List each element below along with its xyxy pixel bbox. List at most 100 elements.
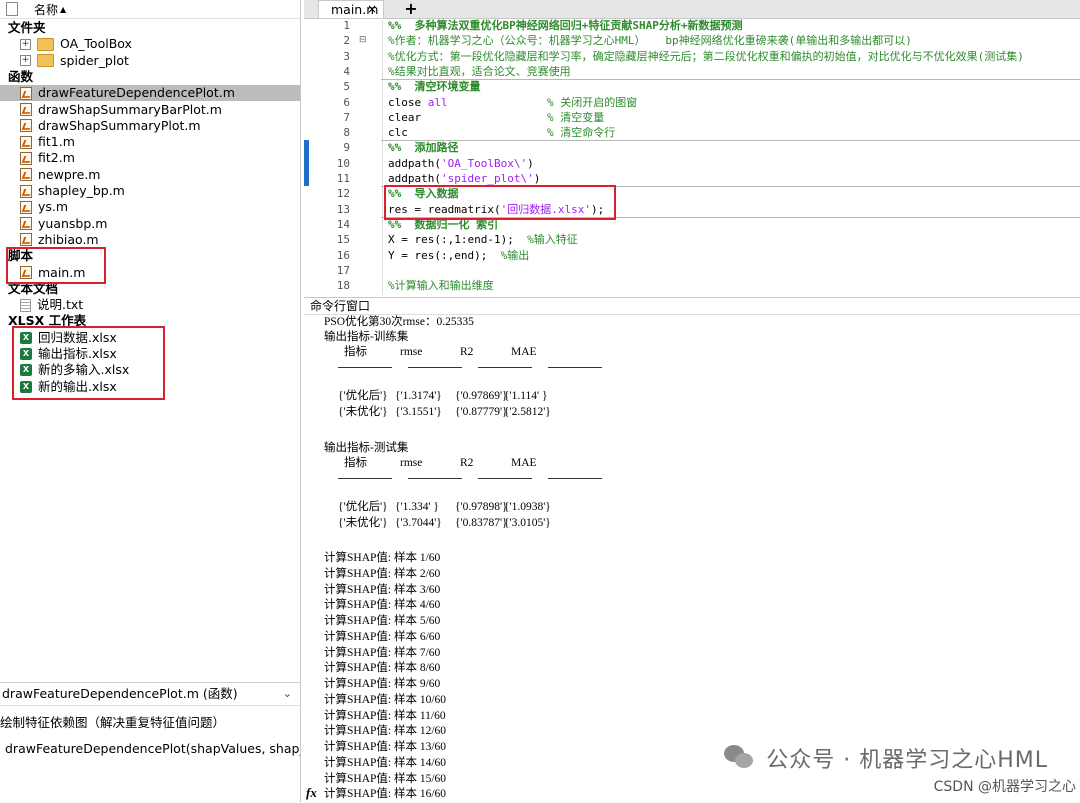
line-number: 15 [336,233,350,247]
code-token: clear [388,110,547,124]
line-number: 1 [343,19,350,32]
metrics-cell: {'1.114' } [504,390,548,402]
function-file-item[interactable]: fit1.m [20,134,75,150]
function-file-item-label: yuansbp.m [38,215,108,231]
metrics-header: MAE [511,457,537,469]
watermark: 公众号 · 机器学习之心HML [724,742,1048,774]
shap-progress-line: 计算SHAP值: 样本 10/60 [324,693,447,706]
function-file-item[interactable]: drawShapSummaryBarPlot.m [20,102,222,118]
metrics-cell: {'2.5812'} [504,406,551,418]
section-functions: 函数 [8,69,33,85]
close-tab-icon[interactable]: × [367,1,377,18]
expand-icon[interactable]: + [20,38,31,50]
code-line[interactable]: %结果对比直观，适合论文、竞赛使用 [388,65,571,79]
code-line[interactable]: %优化方式：第一段优化隐藏层和学习率，确定隐藏层神经元后；第二段优化权重和偏执的… [388,50,1024,64]
code-line[interactable]: %% 清空环境变量 [388,80,481,94]
watermark-sub: CSDN @机器学习之心 [933,779,1076,795]
text-file-item[interactable]: 说明.txt [20,297,83,313]
m-file-icon [20,184,32,198]
m-file-icon [20,135,32,149]
code-token: % 清空命令行 [546,126,616,140]
output-line-partial: PSO优化第30次rmse：0.25335 [324,316,474,328]
code-line[interactable]: %% 多种算法双重优化BP神经网络回归+特征贡献SHAP分析+新数据预测 [388,19,742,33]
m-file-icon [20,151,32,165]
shap-progress-line: 计算SHAP值: 样本 12/60 [324,725,447,738]
code-line[interactable]: X = res(:,1:end-1); %输入特征 [388,233,578,247]
metrics-cell: {'1.0938'} [504,501,551,513]
line-number: 13 [336,202,350,216]
header-underline [338,478,614,479]
tab-main-m[interactable]: main.m × [318,0,384,18]
text-file-item-label: 说明.txt [37,297,84,313]
code-line[interactable]: %% 数据归一化 索引 [388,218,498,232]
metrics-cell: {'1.334' } [395,501,439,513]
function-file-item[interactable]: ys.m [20,199,68,215]
folder-item-label: OA_ToolBox [60,36,132,52]
code-line[interactable]: clc % 清空命令行 [388,126,615,140]
name-column-header[interactable]: 名称 [34,1,58,18]
code-line[interactable]: close all % 关闭开启的图窗 [388,96,637,110]
function-file-item[interactable]: zhibiao.m [20,232,99,248]
function-file-item[interactable]: fit2.m [20,150,75,166]
chevron-down-icon[interactable]: ⌄ [283,683,292,705]
expand-icon[interactable]: + [20,55,31,67]
metrics-cell: {'3.7044'} [395,517,442,529]
shap-progress-line: 计算SHAP值: 样本 2/60 [324,567,441,580]
code-token: %优化方式：第一段优化隐藏层和学习率，确定隐藏层神经元后；第二段优化权重和偏执的… [388,49,1024,63]
details-description: 绘制特征依赖图（解决重复特征值问题） [0,715,226,730]
code-token: ) [533,172,541,185]
metrics-cell: {'3.1551'} [395,406,442,418]
line-number: 14 [336,217,350,231]
highlight-box-script [6,247,106,284]
code-line[interactable]: addpath('OA_ToolBox\') [388,157,534,171]
line-number: 7 [343,110,350,124]
line-number: 2 [343,34,350,48]
code-token: %% 清空环境变量 [388,80,481,94]
editor-tab-bar: main.m × + [304,0,1080,19]
details-panel: drawFeatureDependencePlot.m (函数) ⌄ 绘制特征依… [0,682,300,802]
metrics-header: 指标 [344,457,367,469]
m-file-icon [20,233,32,247]
function-file-item-label: ys.m [38,199,69,215]
function-file-item[interactable]: yuansbp.m [20,216,107,232]
metrics-header: MAE [511,346,537,358]
code-line[interactable]: addpath('spider_plot\') [388,172,540,186]
function-file-item[interactable]: drawShapSummaryPlot.m [20,118,201,134]
function-file-item[interactable]: shapley_bp.m [20,183,125,199]
details-title: drawFeatureDependencePlot.m (函数) ⌄ [0,683,300,706]
fold-toggle-icon[interactable]: ⊟ [359,35,367,45]
cell-separator [381,79,1080,81]
metrics-header: R2 [460,457,474,469]
details-function-signature[interactable]: drawFeatureDependencePlot(shapValues, sh… [0,731,300,756]
new-tab-button[interactable]: + [400,0,422,18]
gutter-divider [382,18,383,295]
m-file-icon [20,200,32,214]
code-line[interactable]: %作者：机器学习之心（公众号：机器学习之心HML） bp神经网络优化重磅来袭(单… [388,34,912,48]
metrics-header: 指标 [344,346,367,358]
folder-item[interactable]: + OA_ToolBox [20,36,132,52]
function-file-item[interactable]: drawFeatureDependencePlot.m [0,85,300,102]
fx-prompt-icon[interactable]: fx [306,785,317,801]
metrics-title: 输出指标-测试集 [324,442,409,454]
line-number: 6 [343,95,350,109]
file-list-header[interactable]: 名称 ▲ [0,0,300,19]
code-line[interactable]: Y = res(:,end); %输出 [388,249,529,263]
code-line[interactable]: clear % 清空变量 [388,111,604,125]
file-icon [6,2,18,16]
highlight-box-import [384,185,616,220]
code-token: %% 添加路径 [388,141,459,155]
shap-progress-line: 计算SHAP值: 样本 4/60 [324,599,441,612]
code-line[interactable]: %% 添加路径 [388,141,459,155]
line-number: 16 [336,248,350,262]
code-token: X = res(:,1:end-1); [388,233,528,247]
code-line[interactable]: %计算输入和输出维度 [388,279,494,293]
code-editor[interactable]: 1 %% 多种算法双重优化BP神经网络回归+特征贡献SHAP分析+新数据预测 2 ⊟%… [304,18,1080,295]
metrics-cell: {'未优化'} [338,406,388,418]
watermark-text: 公众号 · 机器学习之心HML [766,748,1048,773]
folder-icon [37,37,54,51]
function-file-item[interactable]: newpre.m [20,167,100,183]
highlight-box-xlsx [12,325,165,400]
folder-item[interactable]: + spider_plot [20,53,129,69]
code-token: addpath( [388,156,441,170]
command-window[interactable]: 命令行窗口 PSO优化第30次rmse：0.25335 输出指标-训练集 指标 rms… [304,297,1080,803]
